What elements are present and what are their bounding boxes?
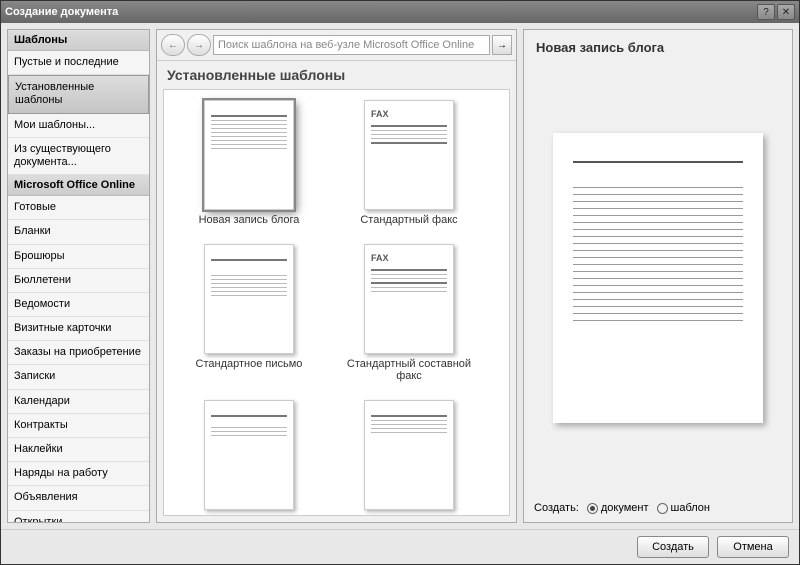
radio-icon <box>587 503 598 514</box>
forward-button[interactable]: → <box>187 34 211 56</box>
sidebar-item[interactable]: Визитные карточки <box>8 317 149 341</box>
sidebar-item[interactable]: Объявления <box>8 486 149 510</box>
arrow-right-icon: → <box>194 40 204 51</box>
sidebar-item[interactable]: Календари <box>8 390 149 414</box>
template-item[interactable]: FAX Стандартный факс <box>334 100 484 226</box>
sidebar-item[interactable]: Бланки <box>8 220 149 244</box>
create-type-row: Создать: документ шаблон <box>524 494 792 522</box>
preview-document <box>553 133 763 423</box>
sidebar-item[interactable]: Готовые <box>8 196 149 220</box>
close-button[interactable]: ✕ <box>777 4 795 20</box>
sidebar-item[interactable]: Записки <box>8 365 149 389</box>
template-label: Стандартный составной факс <box>339 358 479 382</box>
create-button[interactable]: Создать <box>637 536 709 558</box>
sidebar-header-online: Microsoft Office Online <box>8 175 149 196</box>
template-thumbnail <box>204 100 294 210</box>
main-panel: ← → Поиск шаблона на веб-узле Microsoft … <box>156 29 517 523</box>
template-gallery[interactable]: Новая запись блога FAX Стандартный факс <box>163 89 510 516</box>
preview-pane: Новая запись блога Создать: документ <box>523 29 793 523</box>
template-thumbnail <box>204 244 294 354</box>
sidebar-item[interactable]: Открытки <box>8 511 149 522</box>
template-item[interactable] <box>174 400 324 514</box>
sidebar: Шаблоны Пустые и последние Установленные… <box>7 29 150 523</box>
sidebar-item[interactable]: Наклейки <box>8 438 149 462</box>
template-item[interactable]: Стандартное письмо <box>174 244 324 382</box>
template-thumbnail <box>204 400 294 510</box>
arrow-right-icon: → <box>497 40 507 51</box>
button-bar: Создать Отмена <box>1 529 799 564</box>
search-go-button[interactable]: → <box>492 35 512 55</box>
new-document-dialog: Создание документа ? ✕ Шаблоны Пустые и … <box>0 0 800 565</box>
titlebar: Создание документа ? ✕ <box>1 1 799 23</box>
sidebar-item-my-templates[interactable]: Мои шаблоны... <box>8 114 149 138</box>
search-placeholder: Поиск шаблона на веб-узле Microsoft Offi… <box>218 39 474 51</box>
gallery-grid: Новая запись блога FAX Стандартный факс <box>174 100 499 514</box>
section-title: Установленные шаблоны <box>157 61 516 89</box>
search-input[interactable]: Поиск шаблона на веб-узле Microsoft Offi… <box>213 35 490 55</box>
help-button[interactable]: ? <box>757 4 775 20</box>
sidebar-item[interactable]: Ведомости <box>8 293 149 317</box>
radio-document[interactable]: документ <box>587 502 649 514</box>
sidebar-item-empty-recent[interactable]: Пустые и последние <box>8 51 149 75</box>
sidebar-item[interactable]: Заказы на приобретение <box>8 341 149 365</box>
radio-document-label: документ <box>601 502 649 514</box>
sidebar-item[interactable]: Контракты <box>8 414 149 438</box>
template-label: Стандартное письмо <box>196 358 303 370</box>
template-thumbnail: FAX <box>364 244 454 354</box>
arrow-left-icon: ← <box>168 40 178 51</box>
radio-template[interactable]: шаблон <box>657 502 710 514</box>
radio-template-label: шаблон <box>671 502 710 514</box>
sidebar-item-from-existing[interactable]: Из существующего документа... <box>8 138 149 175</box>
sidebar-item[interactable]: Наряды на работу <box>8 462 149 486</box>
template-item[interactable] <box>334 400 484 514</box>
toolbar: ← → Поиск шаблона на веб-узле Microsoft … <box>157 30 516 61</box>
template-thumbnail: FAX <box>364 100 454 210</box>
back-button[interactable]: ← <box>161 34 185 56</box>
template-item[interactable]: Новая запись блога <box>174 100 324 226</box>
preview-title: Новая запись блога <box>524 30 792 61</box>
sidebar-item[interactable]: Бюллетени <box>8 269 149 293</box>
sidebar-item-installed-templates[interactable]: Установленные шаблоны <box>8 75 149 113</box>
template-label: Стандартный факс <box>360 214 457 226</box>
sidebar-header-templates: Шаблоны <box>8 30 149 51</box>
cancel-button[interactable]: Отмена <box>717 536 789 558</box>
dialog-title: Создание документа <box>5 6 755 18</box>
template-item[interactable]: FAX Стандартный составной факс <box>334 244 484 382</box>
preview-body <box>524 61 792 494</box>
template-label: Новая запись блога <box>199 214 300 226</box>
sidebar-item[interactable]: Брошюры <box>8 245 149 269</box>
template-thumbnail <box>364 400 454 510</box>
radio-icon <box>657 503 668 514</box>
sidebar-list[interactable]: Шаблоны Пустые и последние Установленные… <box>8 30 149 522</box>
dialog-content: Шаблоны Пустые и последние Установленные… <box>1 23 799 529</box>
create-label: Создать: <box>534 502 579 514</box>
